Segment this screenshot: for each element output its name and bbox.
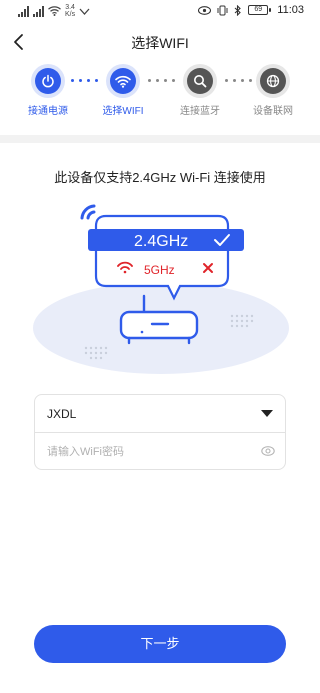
network-speed-value: 3.4 [65, 4, 75, 11]
step-label: 接通电源 [28, 106, 68, 117]
page-title: 选择WIFI [131, 35, 189, 51]
title-bar: 选择WIFI [0, 28, 320, 58]
search-icon [194, 75, 207, 88]
battery-icon: 69 [248, 5, 272, 15]
step-label: 选择WIFI [102, 106, 144, 117]
globe-icon [266, 74, 280, 88]
status-bar-left: 3.4 K/s [18, 4, 90, 18]
compatibility-headline: 此设备仅支持2.4GHz Wi-Fi 连接使用 [54, 170, 266, 185]
caret-down-icon [261, 410, 273, 417]
step-circle [260, 68, 286, 94]
eye-status-icon [198, 5, 212, 15]
password-row [35, 433, 285, 470]
signal-arc-icon [80, 204, 96, 220]
power-icon [42, 74, 54, 88]
battery-level: 69 [248, 5, 269, 15]
step-label: 连接蓝牙 [180, 106, 220, 117]
status-time: 11:03 [277, 4, 304, 16]
wifi-form: JXDL [34, 394, 286, 470]
eye-icon[interactable] [261, 445, 275, 457]
ssid-select[interactable]: JXDL [35, 395, 285, 433]
step-circle [35, 68, 61, 94]
step-circle [110, 68, 136, 94]
speech-bubble [94, 214, 230, 301]
step-power: 接通电源 [8, 68, 88, 117]
wifi-status-icon [48, 6, 61, 16]
step-label: 设备联网 [253, 106, 293, 117]
network-speed-unit: K/s [65, 11, 76, 18]
router-illustration: 2.4GHz 5GHz [33, 204, 289, 374]
ssid-value: JXDL [47, 407, 77, 421]
step-network: 设备联网 [233, 68, 313, 117]
signal-icon [18, 5, 29, 17]
signal-icon-2 [33, 5, 44, 17]
status-bar-right: 69 11:03 [198, 4, 304, 16]
step-indicator: 接通电源 选择WIFI 连接蓝牙 设备联网 [0, 68, 320, 124]
band-5ghz-label: 5GHz [144, 263, 175, 277]
network-speed: 3.4 K/s [65, 4, 75, 18]
step-circle [187, 68, 213, 94]
password-input[interactable] [47, 442, 247, 462]
notification-icon [79, 8, 90, 15]
section-divider [0, 135, 320, 143]
band-24ghz-label: 2.4GHz [134, 233, 188, 250]
step-bluetooth: 连接蓝牙 [160, 68, 240, 117]
next-button[interactable]: 下一步 [34, 625, 286, 663]
vibrate-icon [217, 5, 228, 15]
wifi-icon [115, 75, 131, 88]
bluetooth-icon [234, 4, 242, 16]
step-wifi: 选择WIFI [83, 68, 163, 117]
status-bar: 3.4 K/s 69 11:03 [0, 0, 320, 24]
